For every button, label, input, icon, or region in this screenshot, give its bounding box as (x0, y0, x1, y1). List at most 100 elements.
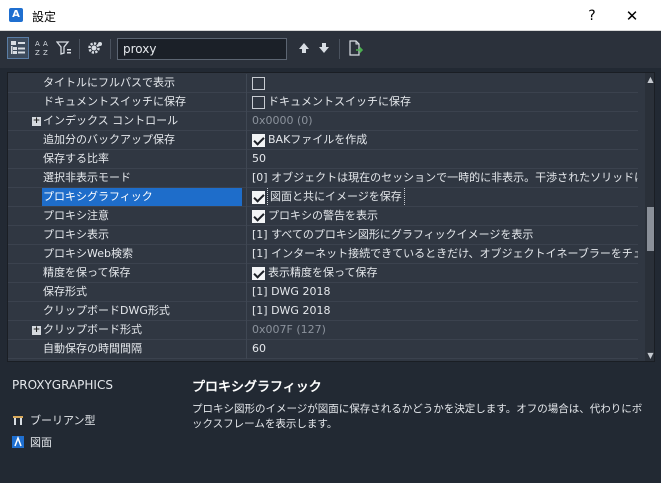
scroll-down-arrow[interactable]: ▼ (645, 349, 654, 361)
checkbox-unchecked[interactable] (252, 76, 265, 90)
column-divider (246, 74, 247, 93)
window-title: 設定 (32, 10, 57, 24)
property-value[interactable]: [1] すべてのプロキシ図形にグラフィックイメージを表示 (252, 226, 638, 244)
property-value[interactable]: [1] DWG 2018 (252, 302, 638, 320)
value-text: 0x0000 (0) (252, 114, 313, 127)
export-button[interactable] (344, 37, 366, 59)
property-row[interactable]: 追加分のバックアップ保存 BAKファイルを作成 (8, 131, 638, 150)
property-name[interactable]: 選択非表示モード (43, 169, 243, 187)
svg-text:A: A (35, 40, 40, 48)
column-divider (246, 321, 247, 340)
column-divider (246, 264, 247, 283)
checkbox-checked[interactable] (252, 209, 265, 223)
value-text: 50 (252, 152, 266, 165)
property-value[interactable]: プロキシの警告を表示 (252, 207, 638, 225)
help-button[interactable]: ? (582, 6, 602, 26)
vertical-scrollbar[interactable]: ▲ ▼ (645, 73, 654, 361)
property-row[interactable]: プロキシWeb検索 [1] インターネット接続できているときだけ、オブジェクトイネ… (8, 245, 638, 264)
categorized-view-button[interactable] (7, 37, 29, 59)
next-result-button[interactable] (313, 37, 335, 59)
property-name[interactable]: 自動保存の時間間隔 (43, 340, 243, 358)
checkbox-label: 図面と共にイメージを保存 (267, 188, 405, 206)
column-divider (246, 188, 247, 207)
svg-text:A: A (43, 40, 48, 48)
scroll-up-arrow[interactable]: ▲ (645, 73, 654, 86)
property-row[interactable]: タイトルにフルパスで表示 (8, 74, 638, 93)
checkbox-label: 表示精度を保って保存 (268, 266, 378, 279)
property-value[interactable]: [1] インターネット接続できているときだけ、オブジェクトイネーブラーをチェック (252, 245, 638, 263)
previous-result-button[interactable] (293, 37, 315, 59)
app-icon: A (9, 8, 23, 22)
value-text: [1] DWG 2018 (252, 304, 331, 317)
property-row[interactable]: プロキシ表示 [1] すべてのプロキシ図形にグラフィックイメージを表示 (8, 226, 638, 245)
property-value[interactable]: [1] DWG 2018 (252, 283, 638, 301)
checkbox-checked[interactable] (252, 266, 265, 280)
arrow-down-icon (319, 43, 329, 53)
search-input[interactable] (117, 38, 287, 60)
property-grid: 自動保存の時間間隔 60 + クリップボード形式 0x007F (127) クリップボード… (7, 72, 655, 362)
property-row[interactable]: クリップボードDWG形式 [1] DWG 2018 (8, 302, 638, 321)
property-value[interactable]: BAKファイルを作成 (252, 131, 638, 149)
property-value[interactable]: 50 (252, 150, 638, 168)
property-row[interactable]: 精度を保って保存 表示精度を保って保存 (8, 264, 638, 283)
checkbox-unchecked[interactable] (252, 95, 265, 109)
property-row[interactable]: 選択非表示モード [0] オブジェクトは現在のセッションで一時的に非表示。干渉され… (8, 169, 638, 188)
property-value[interactable]: ドキュメントスイッチに保存 (252, 93, 638, 111)
property-name[interactable]: プロキシ注意 (43, 207, 243, 225)
variable-type: ブーリアン型 (12, 412, 96, 428)
value-text: [1] すべてのプロキシ図形にグラフィックイメージを表示 (252, 228, 534, 241)
property-value[interactable]: 図面と共にイメージを保存 (252, 188, 638, 206)
checkbox-checked[interactable] (252, 133, 265, 147)
property-value[interactable]: 表示精度を保って保存 (252, 264, 638, 282)
property-row[interactable]: プロキシグラフィック 図面と共にイメージを保存 (8, 188, 638, 207)
property-value[interactable]: [0] オブジェクトは現在のセッションで一時的に非表示。干渉されたソリッドは、干… (252, 169, 638, 187)
property-name[interactable]: 精度を保って保存 (43, 264, 243, 282)
sort-alphabetical-button[interactable]: A A Z Z (31, 37, 53, 59)
description-title: プロキシグラフィック (192, 380, 322, 395)
column-divider (246, 302, 247, 321)
property-name[interactable]: クリップボードDWG形式 (43, 302, 243, 320)
property-name[interactable]: タイトルにフルパスで表示 (43, 74, 243, 92)
property-name[interactable]: プロキシ表示 (43, 226, 243, 244)
variable-scope-label: 図面 (30, 436, 52, 449)
property-row[interactable]: 自動保存の時間間隔 60 (8, 340, 638, 359)
arrow-up-icon (299, 43, 309, 53)
checkbox-label: プロキシの警告を表示 (268, 209, 378, 222)
property-value[interactable]: 0x007F (127) (252, 321, 638, 339)
property-name[interactable]: 保存する比率 (43, 150, 243, 168)
column-divider (246, 226, 247, 245)
property-value[interactable]: 60 (252, 340, 638, 358)
column-divider (246, 150, 247, 169)
checkbox-label: BAKファイルを作成 (268, 133, 368, 146)
property-row[interactable]: 保存する比率 50 (8, 150, 638, 169)
property-value[interactable] (252, 74, 638, 92)
property-name[interactable]: プロキシグラフィック (42, 188, 242, 206)
column-divider (246, 283, 247, 302)
property-name[interactable]: プロキシWeb検索 (43, 245, 243, 263)
svg-text:Z: Z (35, 49, 40, 57)
column-divider (246, 131, 247, 150)
expand-icon[interactable]: + (32, 326, 41, 335)
scrollbar-thumb[interactable] (647, 207, 654, 251)
property-name[interactable]: 保存形式 (43, 283, 243, 301)
property-name[interactable]: ドキュメントスイッチに保存 (43, 93, 243, 111)
options-button[interactable] (84, 37, 106, 59)
property-name[interactable]: クリップボード形式 (43, 321, 243, 339)
close-button[interactable]: ✕ (622, 6, 642, 26)
property-row[interactable]: + インデックス コントロール 0x0000 (0) (8, 112, 638, 131)
property-value[interactable]: 0x0000 (0) (252, 112, 638, 130)
property-row[interactable]: + クリップボード形式 0x007F (127) (8, 321, 638, 340)
property-name[interactable]: インデックス コントロール (43, 112, 243, 130)
property-row[interactable]: 保存形式 [1] DWG 2018 (8, 283, 638, 302)
toolbar-separator (339, 39, 340, 59)
property-row[interactable]: ドキュメントスイッチに保存 ドキュメントスイッチに保存 (8, 93, 638, 112)
checkbox-checked[interactable] (252, 190, 265, 204)
property-row[interactable]: プロキシ注意 プロキシの警告を表示 (8, 207, 638, 226)
expand-icon[interactable]: + (32, 117, 41, 126)
description-text: プロキシ図形のイメージが図面に保存されるかどうかを決定します。オフの場合は、代わ… (192, 403, 643, 430)
export-document-icon (349, 40, 363, 56)
tree-view-icon (11, 41, 25, 54)
column-divider (246, 93, 247, 112)
property-name[interactable]: 追加分のバックアップ保存 (43, 131, 243, 149)
filter-button[interactable] (53, 37, 75, 59)
